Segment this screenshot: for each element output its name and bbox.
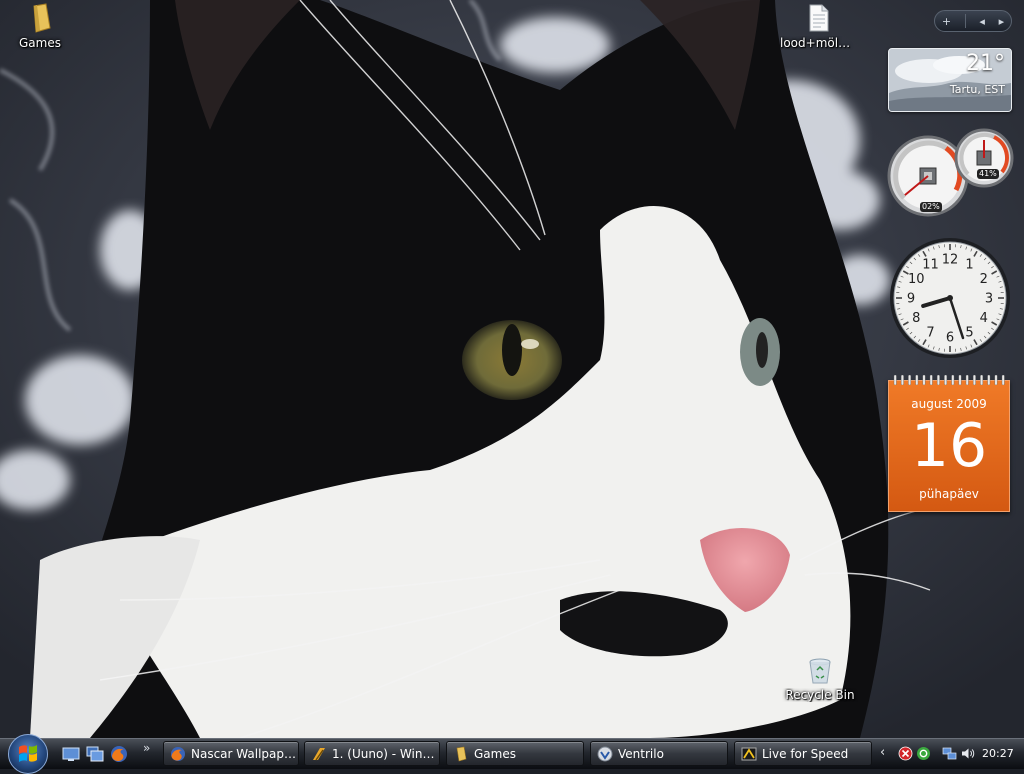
separator xyxy=(965,14,966,28)
clock-number: 3 xyxy=(985,292,993,307)
calendar-ring xyxy=(973,375,975,385)
cpu-meter-gadget[interactable]: 02% 41% xyxy=(886,128,1016,220)
clock-number: 8 xyxy=(912,311,920,326)
previous-gadget-page-button[interactable]: ◂ xyxy=(979,16,985,27)
volume-icon[interactable] xyxy=(960,746,975,761)
clock-number: 11 xyxy=(922,258,939,273)
ventrilo-icon xyxy=(597,746,613,762)
clock-number: 12 xyxy=(942,253,959,268)
quick-launch-overflow-button[interactable]: » xyxy=(143,741,150,755)
desktop-icon-label: Games xyxy=(2,36,78,50)
calendar-gadget[interactable]: august 2009 16 pühapäev xyxy=(888,380,1010,512)
winamp-icon xyxy=(311,746,327,762)
quick-launch-toolbar xyxy=(62,744,128,764)
clock-number: 2 xyxy=(980,272,988,287)
show-hidden-icons-button[interactable]: ‹ xyxy=(880,745,885,760)
task-button-label: Ventrilo xyxy=(618,747,664,761)
calendar-ring xyxy=(916,375,918,385)
cpu-usage-label: 02% xyxy=(920,202,942,212)
network-icon[interactable] xyxy=(942,746,957,761)
calendar-day: 16 xyxy=(889,411,1009,481)
text-file-icon xyxy=(802,2,834,34)
clock-number: 7 xyxy=(926,325,934,340)
task-button-winamp[interactable]: 1. (Uuno) - Wina... xyxy=(304,741,440,766)
calendar-ring xyxy=(988,375,990,385)
cat-photo xyxy=(0,0,1024,738)
clock-gadget[interactable]: 12 12 3 45678 9 1011 xyxy=(888,236,1012,360)
show-desktop-icon[interactable] xyxy=(62,745,80,763)
calendar-ring xyxy=(995,375,997,385)
calendar-ring xyxy=(959,375,961,385)
task-button-label: Nascar Wallpape... xyxy=(191,747,298,761)
task-button-live-for-speed[interactable]: Live for Speed xyxy=(734,741,872,766)
task-button-label: Live for Speed xyxy=(762,747,848,761)
calendar-ring xyxy=(937,375,939,385)
clock-number: 10 xyxy=(908,272,925,287)
weather-gadget[interactable]: 21° Tartu, EST xyxy=(888,48,1012,112)
calendar-month: august 2009 xyxy=(889,397,1009,411)
calendar-ring xyxy=(908,375,910,385)
folder-icon xyxy=(24,2,56,34)
desktop-wallpaper xyxy=(0,0,1024,738)
desktop-icon-label: lood+möla.... xyxy=(780,36,856,50)
recycle-bin-icon xyxy=(805,656,835,686)
notification-area: ‹ 20:27 xyxy=(878,743,1024,765)
calendar-ring xyxy=(966,375,968,385)
calendar-weekday: pühapäev xyxy=(889,487,1009,501)
taskbar: » Nascar Wallpape... 1. (Uuno) - Wina...… xyxy=(0,738,1024,769)
desktop-icon-label: Recycle Bin xyxy=(782,688,858,702)
windows-logo-icon xyxy=(18,744,38,764)
clock-number: 1 xyxy=(965,258,973,273)
calendar-binding-rings xyxy=(889,375,1011,385)
task-button-label: 1. (Uuno) - Wina... xyxy=(332,747,439,761)
calendar-ring xyxy=(923,375,925,385)
taskbar-clock[interactable]: 20:27 xyxy=(982,747,1014,760)
clock-number: 6 xyxy=(946,331,954,346)
clock-number: 5 xyxy=(965,325,973,340)
windows-sidebar: + ◂ ▸ 21° Tartu, EST xyxy=(882,0,1024,738)
task-button-games-folder[interactable]: Games xyxy=(446,741,584,766)
next-gadget-page-button[interactable]: ▸ xyxy=(999,16,1005,27)
memory-usage-label: 41% xyxy=(977,169,999,179)
sidebar-controls: + ◂ ▸ xyxy=(934,10,1012,32)
add-gadget-button[interactable]: + xyxy=(942,16,951,27)
analog-clock-face: 12 12 3 45678 9 1011 xyxy=(888,236,1012,360)
task-button-label: Games xyxy=(474,747,516,761)
desktop-icon-text-file[interactable]: lood+möla.... xyxy=(780,2,856,50)
desktop-icon-games[interactable]: Games xyxy=(2,2,78,50)
start-button[interactable] xyxy=(8,734,48,774)
calendar-ring xyxy=(952,375,954,385)
weather-temperature: 21° xyxy=(966,51,1005,76)
antivirus-icon[interactable] xyxy=(898,746,913,761)
clock-number: 9 xyxy=(907,292,915,307)
calendar-ring xyxy=(901,375,903,385)
firefox-icon[interactable] xyxy=(110,745,128,763)
calendar-ring xyxy=(894,375,896,385)
calendar-ring xyxy=(1002,375,1004,385)
clock-number: 4 xyxy=(980,311,988,326)
weather-location: Tartu, EST xyxy=(950,83,1005,96)
task-button-ventrilo[interactable]: Ventrilo xyxy=(590,741,728,766)
live-for-speed-icon xyxy=(741,746,757,762)
firefox-icon xyxy=(170,746,186,762)
switch-windows-icon[interactable] xyxy=(86,745,104,763)
calendar-ring xyxy=(930,375,932,385)
messenger-icon[interactable] xyxy=(916,746,931,761)
desktop-icon-recycle-bin[interactable]: Recycle Bin xyxy=(782,656,858,702)
calendar-ring xyxy=(980,375,982,385)
calendar-ring xyxy=(944,375,946,385)
task-button-firefox[interactable]: Nascar Wallpape... xyxy=(163,741,299,766)
folder-icon xyxy=(453,746,469,762)
